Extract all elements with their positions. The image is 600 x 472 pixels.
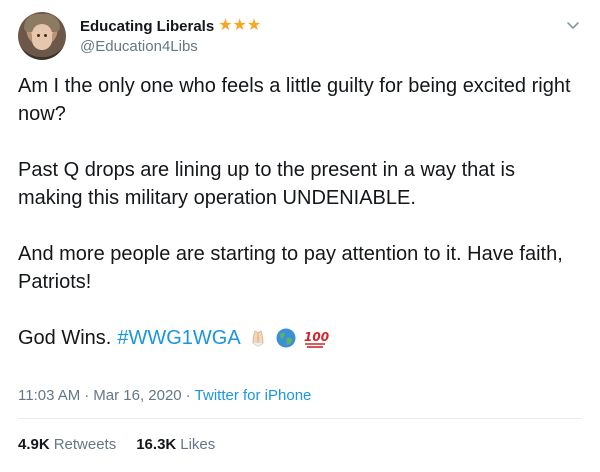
hundred-points-icon: 100 — [303, 327, 329, 349]
hashtag-link[interactable]: #WWG1WGA — [117, 324, 240, 352]
tweet-stats: 4.9K Retweets 16.3K Likes — [18, 436, 215, 453]
praying-hands-icon — [247, 327, 269, 349]
tweet-text: Am I the only one who feels a little gui… — [18, 72, 582, 352]
tweet-date[interactable]: Mar 16, 2020 — [93, 387, 181, 404]
avatar[interactable] — [18, 12, 66, 60]
globe-icon — [275, 327, 297, 349]
star-icon: ★ — [246, 17, 262, 34]
user-handle[interactable]: @Education4Libs — [80, 38, 261, 55]
display-name[interactable]: Educating Liberals — [80, 18, 214, 35]
star-badges: ★ ★ ★ — [218, 18, 261, 34]
star-icon: ★ — [232, 17, 247, 34]
retweets-label: Retweets — [53, 436, 117, 453]
tweet-paragraph: Past Q drops are lining up to the presen… — [18, 159, 521, 209]
tweet-header: Educating Liberals ★ ★ ★ @Education4Libs — [18, 12, 582, 64]
likes-count: 16.3K — [136, 436, 177, 453]
tweet-time[interactable]: 11:03 AM — [18, 387, 80, 404]
meta-separator: · — [84, 387, 90, 404]
retweets-stat[interactable]: 4.9K Retweets — [18, 436, 116, 453]
display-name-row: Educating Liberals ★ ★ ★ — [80, 16, 261, 36]
tweet-paragraph-last: God Wins. #WWG1WGA 100 — [18, 324, 582, 352]
likes-label: Likes — [180, 436, 216, 453]
tweet-card: Educating Liberals ★ ★ ★ @Education4Libs… — [0, 0, 600, 472]
user-names: Educating Liberals ★ ★ ★ @Education4Libs — [80, 16, 261, 56]
tweet-source-link[interactable]: Twitter for iPhone — [195, 387, 312, 404]
retweets-count: 4.9K — [18, 436, 50, 453]
tweet-paragraph: And more people are starting to pay atte… — [18, 243, 569, 293]
meta-separator: · — [185, 387, 191, 404]
tweet-meta: 11:03 AM · Mar 16, 2020 · Twitter for iP… — [18, 387, 311, 404]
likes-stat[interactable]: 16.3K Likes — [136, 436, 215, 453]
tweet-text-span: God Wins. — [18, 327, 112, 349]
tweet-paragraph: Am I the only one who feels a little gui… — [18, 75, 577, 125]
svg-text:100: 100 — [304, 330, 329, 344]
chevron-down-icon[interactable] — [566, 18, 580, 32]
divider — [18, 418, 582, 419]
star-icon: ★ — [218, 17, 233, 34]
